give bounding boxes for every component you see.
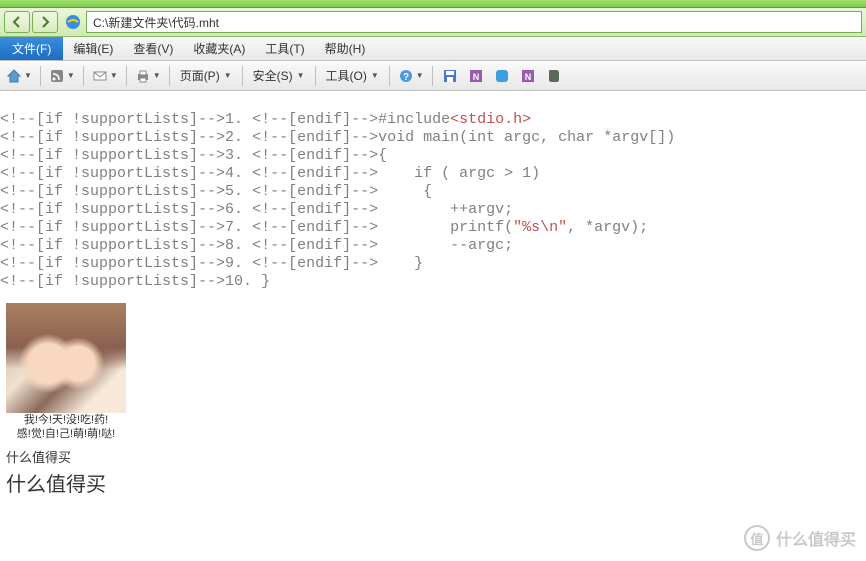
- menu-view[interactable]: 查看(V): [123, 37, 183, 60]
- code-content: <!--[if !supportLists]-->1. <!--[endif]-…: [0, 91, 866, 299]
- feeds-button[interactable]: ▼: [47, 68, 77, 84]
- toolbar: ▼ ▼ ▼ ▼ 页面(P)▼ 安全(S)▼ 工具(O)▼ ?▼ N N: [0, 61, 866, 91]
- evernote-icon[interactable]: [543, 65, 565, 87]
- watermark-icon: 值: [744, 525, 770, 551]
- forward-button[interactable]: [32, 11, 58, 33]
- save-icon[interactable]: [439, 65, 461, 87]
- menu-favorites[interactable]: 收藏夹(A): [183, 37, 255, 60]
- avatar-caption: 我!今!天!没!吃!药! 感!觉!自!己!萌!萌!哒!: [6, 413, 126, 441]
- address-bar[interactable]: C:\新建文件夹\代码.mht: [86, 11, 862, 33]
- menu-edit[interactable]: 编辑(E): [63, 37, 123, 60]
- avatar-image: [6, 303, 126, 413]
- home-button[interactable]: ▼: [4, 68, 34, 84]
- back-button[interactable]: [4, 11, 30, 33]
- window-titlebar: [0, 0, 866, 8]
- svg-text:N: N: [524, 72, 531, 82]
- print-button[interactable]: ▼: [133, 68, 163, 84]
- watermark-text: 什么值得买: [776, 526, 856, 550]
- mail-button[interactable]: ▼: [90, 68, 120, 84]
- nav-bar: C:\新建文件夹\代码.mht: [0, 8, 866, 37]
- smzdm-small[interactable]: 什么值得买: [6, 447, 866, 466]
- page-menu[interactable]: 页面(P)▼: [176, 67, 236, 84]
- onenote-linked-icon[interactable]: N: [465, 65, 487, 87]
- onenote-icon[interactable]: N: [517, 65, 539, 87]
- menu-help[interactable]: 帮助(H): [315, 37, 376, 60]
- safety-menu[interactable]: 安全(S)▼: [249, 67, 309, 84]
- tools-menu[interactable]: 工具(O)▼: [322, 67, 383, 84]
- help-button[interactable]: ?▼: [396, 68, 426, 84]
- menu-bar: 文件(F) 编辑(E) 查看(V) 收藏夹(A) 工具(T) 帮助(H): [0, 37, 866, 61]
- svg-text:?: ?: [403, 72, 409, 83]
- app-icon-blue[interactable]: [491, 65, 513, 87]
- address-text: C:\新建文件夹\代码.mht: [93, 14, 219, 31]
- menu-tools[interactable]: 工具(T): [255, 37, 314, 60]
- svg-text:N: N: [472, 72, 479, 82]
- menu-file[interactable]: 文件(F): [0, 37, 63, 60]
- ie-icon: [64, 13, 82, 31]
- smzdm-big[interactable]: 什么值得买: [6, 468, 866, 497]
- watermark: 值 什么值得买: [744, 525, 856, 551]
